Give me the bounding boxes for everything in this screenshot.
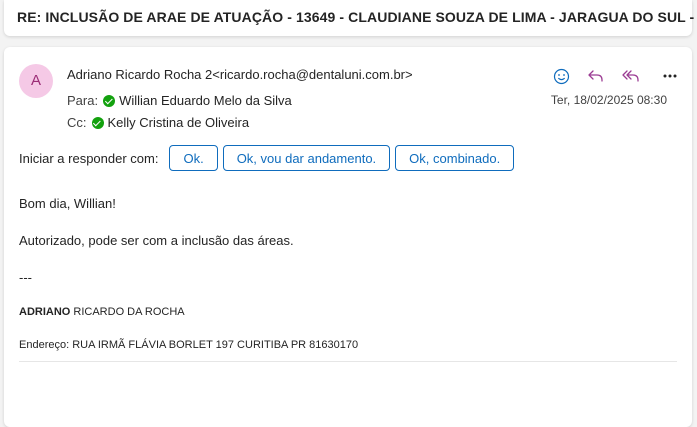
to-row: Para: Willian Eduardo Melo da Silva [67,93,292,108]
smiley-icon[interactable] [550,65,572,87]
check-icon [91,116,104,129]
sender-name[interactable]: Adriano Ricardo Rocha 2<ricardo.rocha@de… [67,67,413,82]
quick-replies: Iniciar a responder com: Ok. Ok, vou dar… [19,145,519,171]
cc-row: Cc: Kelly Cristina de Oliveira [67,115,249,130]
message-date: Ter, 18/02/2025 08:30 [550,93,667,107]
check-icon [103,94,116,107]
cc-recipient[interactable]: Kelly Cristina de Oliveira [108,115,250,130]
body-separator: --- [19,270,32,285]
reply-icon[interactable] [585,65,607,87]
message-card: A Adriano Ricardo Rocha 2<ricardo.rocha@… [4,47,692,427]
quick-reply-andamento-button[interactable]: Ok, vou dar andamento. [222,145,391,171]
message-actions [532,65,692,87]
signature-first-name: ADRIANO [19,306,71,318]
subject-bar: RE: INCLUSÃO DE ARAE DE ATUAÇÃO - 13649 … [4,0,697,36]
divider [19,361,677,362]
quick-reply-combinado-button[interactable]: Ok, combinado. [395,145,515,171]
body-greeting: Bom dia, Willian! [19,196,116,211]
reply-all-icon[interactable] [620,65,642,87]
body-text: Autorizado, pode ser com a inclusão das … [19,233,294,248]
email-subject: RE: INCLUSÃO DE ARAE DE ATUAÇÃO - 13649 … [17,9,697,25]
cc-label: Cc: [67,115,87,130]
avatar[interactable]: A [19,64,53,98]
more-icon[interactable] [659,65,681,87]
signature-address: Endereço: RUA IRMÃ FLÁVIA BORLET 197 CUR… [19,339,359,351]
quick-reply-label: Iniciar a responder com: [19,150,159,166]
to-recipient[interactable]: Willian Eduardo Melo da Silva [119,93,292,108]
to-label: Para: [67,93,99,108]
quick-reply-ok-button[interactable]: Ok. [169,145,218,171]
signature-last-name: RICARDO DA ROCHA [70,306,185,318]
signature-name: ADRIANO RICARDO DA ROCHA [19,306,185,318]
